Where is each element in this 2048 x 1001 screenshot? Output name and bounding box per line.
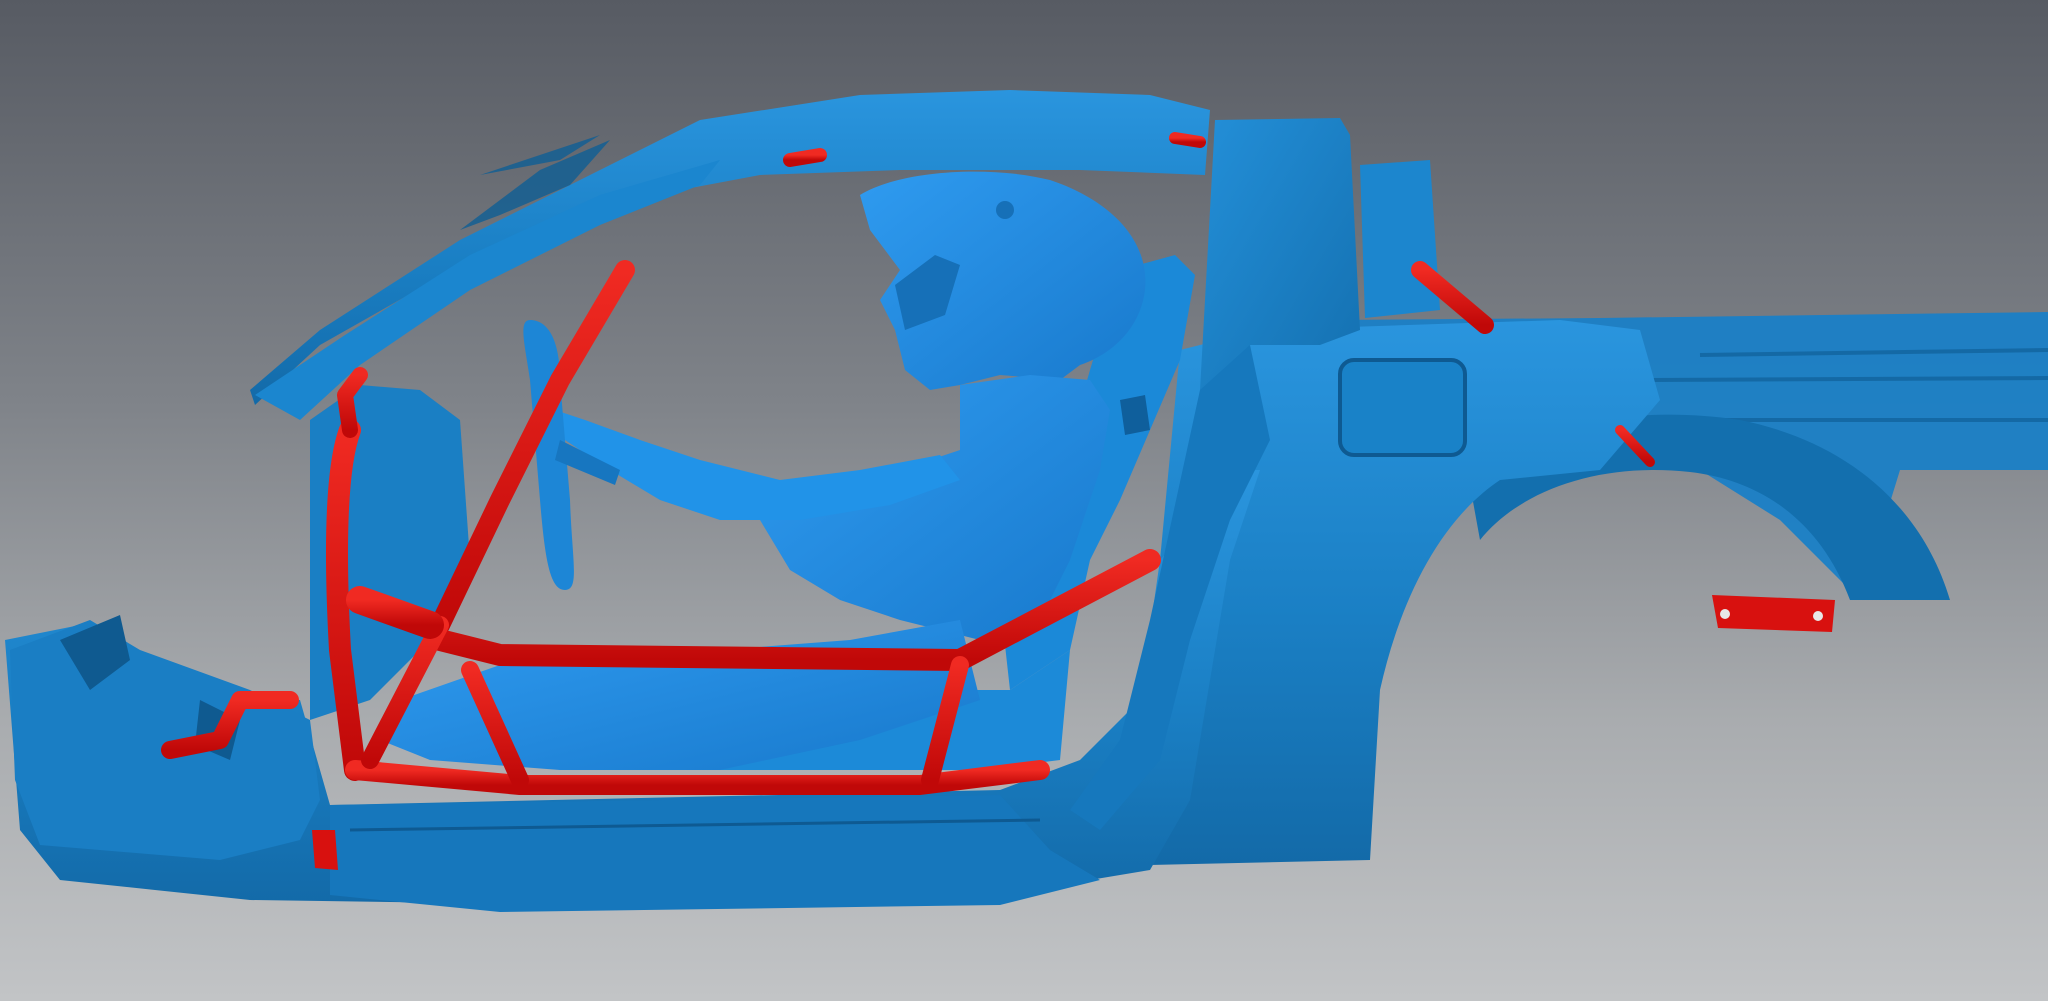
cage-roof-bar-marker[interactable]	[783, 148, 827, 167]
rocker-lip[interactable]	[330, 795, 1100, 912]
mount-bolt-1	[1720, 609, 1730, 619]
3d-viewport[interactable]	[0, 0, 2048, 1001]
cage-roof-bar-marker-rear[interactable]	[1169, 132, 1206, 148]
a-pillar[interactable]	[255, 160, 720, 420]
scan-model-scene[interactable]	[0, 0, 2048, 1001]
rear-window-frame[interactable]	[1360, 160, 1440, 318]
front-frame-rail[interactable]	[10, 620, 320, 860]
front-mount-plate[interactable]	[312, 830, 338, 870]
helmet-vent	[996, 201, 1014, 219]
fuel-filler-door[interactable]	[1338, 358, 1467, 457]
seat-harness-slot	[1120, 395, 1150, 435]
mount-bolt-2	[1813, 611, 1823, 621]
